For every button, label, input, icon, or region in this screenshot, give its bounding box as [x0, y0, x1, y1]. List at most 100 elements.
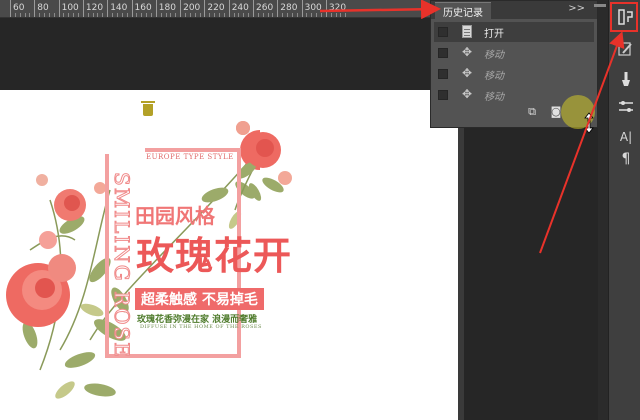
brush-settings-icon[interactable] — [617, 40, 635, 58]
history-item-move[interactable]: ✥ 移动 — [434, 64, 594, 84]
ruler-label: 60 — [13, 3, 25, 13]
ruler-minor-tick — [102, 13, 104, 17]
ruler-minor-tick — [233, 13, 235, 17]
ruler-minor-tick — [238, 13, 240, 17]
ruler-minor-tick — [126, 13, 128, 17]
ruler-minor-tick — [146, 13, 148, 17]
ruler-minor-tick — [48, 13, 50, 17]
snapshot-camera-icon[interactable]: ◙ — [549, 105, 563, 119]
ruler-minor-tick — [306, 13, 308, 17]
history-item-open[interactable]: 打开 — [434, 22, 594, 42]
ruler-minor-tick — [150, 13, 152, 17]
frame-gap — [105, 148, 145, 154]
ruler-minor-tick — [194, 13, 196, 17]
move-icon: ✥ — [461, 87, 473, 101]
brush-icon[interactable] — [617, 70, 635, 88]
ruler-minor-tick — [160, 13, 162, 17]
ruler-minor-tick — [97, 13, 99, 17]
ruler-minor-tick — [340, 13, 342, 17]
ruler-label: 100 — [61, 3, 79, 13]
smiling-rose-text: SMILING ROSE — [110, 172, 135, 360]
ruler-label: 180 — [158, 3, 176, 13]
ruler-minor-tick — [73, 13, 75, 17]
ruler-label: 120 — [85, 3, 104, 13]
panel-separator — [598, 0, 608, 420]
ruler-minor-tick — [170, 13, 172, 17]
ruler-minor-tick — [112, 13, 114, 17]
ruler-minor-tick — [63, 13, 65, 17]
ruler-minor-tick — [165, 13, 167, 17]
ruler-minor-tick — [199, 13, 201, 17]
ruler-minor-tick — [189, 13, 191, 17]
ruler-label: 280 — [280, 3, 298, 13]
ruler-label: 160 — [134, 3, 152, 13]
history-item-label: 移动 — [484, 71, 504, 82]
canvas-scroll-edge — [458, 90, 464, 420]
ruler-tick — [253, 0, 254, 17]
ruler-label: 140 — [110, 3, 128, 13]
new-document-from-state-icon[interactable]: ⧉ — [525, 105, 539, 119]
ruler-minor-tick — [14, 13, 16, 17]
ruler-tick — [204, 0, 206, 17]
history-item-label: 移动 — [484, 50, 504, 61]
ruler-tick — [10, 0, 11, 17]
ruler-minor-tick — [87, 13, 89, 17]
trash-icon[interactable] — [141, 101, 155, 116]
ruler-tick — [325, 0, 327, 17]
move-icon: ✥ — [461, 45, 473, 59]
promo-banner: 超柔触感 不易掉毛 — [135, 288, 264, 310]
ruler-minor-tick — [78, 13, 80, 17]
history-tab[interactable]: 历史记录 — [435, 2, 491, 19]
ruler-minor-tick — [282, 13, 284, 17]
ruler-tick — [107, 0, 109, 17]
ruler-tick — [155, 0, 157, 17]
ruler-minor-tick — [141, 13, 143, 17]
history-list: 打开 ✥ 移动 ✥ 移动 ✥ 移动 — [434, 22, 594, 106]
ruler-minor-tick — [287, 13, 289, 17]
ruler-minor-tick — [44, 13, 46, 17]
ruler-minor-tick — [121, 13, 123, 17]
ruler-minor-tick — [335, 13, 337, 17]
main-title: 玫瑰花开 — [136, 234, 293, 278]
ruler-minor-tick — [29, 13, 31, 17]
history-brush-source-checkbox[interactable] — [438, 69, 448, 79]
paragraph-icon[interactable]: ¶ — [617, 150, 635, 168]
document-canvas[interactable]: EUROPE TYPE STYLE SMILING ROSE 田园风格 玫瑰花开… — [0, 90, 458, 420]
ruler-minor-tick — [243, 13, 245, 17]
horizontal-ruler: 60 80 100 120 140 160 180 200 220 240 260 280 300 320 — [0, 0, 430, 18]
adjustments-icon[interactable] — [617, 98, 635, 116]
ruler-label: 240 — [231, 3, 249, 13]
move-icon: ✥ — [461, 66, 473, 80]
ruler-tick — [34, 0, 36, 17]
ruler-label: 300 — [304, 3, 322, 13]
ruler-minor-tick — [248, 13, 250, 17]
ruler-tick — [82, 0, 84, 17]
ruler-minor-tick — [24, 13, 26, 17]
history-panel[interactable]: 历史记录 >> 打开 ✥ 移动 ✥ 移动 ✥ 移动 ⧉ ◙ — [430, 0, 598, 129]
history-brush-source-checkbox[interactable] — [438, 90, 448, 100]
history-item-move[interactable]: ✥ 移动 — [434, 43, 594, 63]
ruler-tick — [58, 0, 60, 17]
collapse-panel-button[interactable]: >> — [568, 3, 585, 14]
history-panel-footer: ⧉ ◙ — [431, 95, 597, 129]
ruler-minor-tick — [136, 13, 138, 17]
ruler-minor-tick — [92, 13, 94, 17]
history-item-label: 打开 — [484, 29, 504, 40]
history-brush-source-checkbox[interactable] — [438, 48, 448, 58]
history-brush-source-checkbox[interactable] — [438, 27, 448, 37]
ruler-minor-tick — [209, 13, 211, 17]
ruler-label: 260 — [256, 3, 274, 13]
ruler-minor-tick — [262, 13, 264, 17]
character-icon[interactable]: A| — [617, 128, 635, 146]
ruler-minor-tick — [39, 13, 41, 17]
europe-type-style-text: EUROPE TYPE STYLE — [146, 153, 234, 161]
ruler-minor-tick — [214, 13, 216, 17]
ruler-minor-tick — [291, 13, 293, 17]
panel-menu-icon[interactable] — [594, 4, 606, 7]
ruler-minor-tick — [267, 13, 269, 17]
ruler-label: 80 — [37, 3, 49, 13]
ruler-label: 320 — [328, 3, 347, 13]
ruler-tick — [180, 0, 182, 17]
workspace-background — [0, 18, 430, 90]
ruler-minor-tick — [330, 13, 332, 17]
